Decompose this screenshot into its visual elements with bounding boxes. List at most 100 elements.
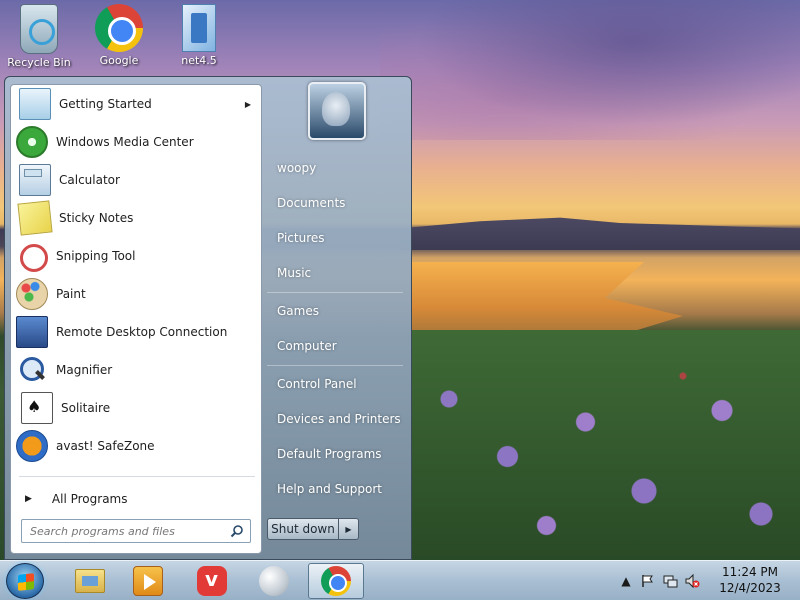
start-button[interactable]: [6, 563, 44, 599]
program-label: Magnifier: [56, 363, 113, 377]
program-label: avast! SafeZone: [56, 439, 155, 453]
right-item-user[interactable]: woopy: [267, 154, 403, 182]
program-label: Getting Started: [59, 97, 152, 111]
program-label: Solitaire: [61, 401, 111, 415]
calculator-icon: [19, 164, 51, 196]
clock-date: 12/4/2023: [719, 581, 781, 595]
clock[interactable]: 11:24 PM 12/4/2023: [714, 564, 786, 596]
shutdown-options-button[interactable]: ▶: [339, 518, 359, 540]
program-label: Calculator: [59, 173, 120, 187]
remote-desktop-icon: [16, 316, 48, 348]
submenu-arrow-icon[interactable]: ▶: [245, 100, 251, 109]
wallpaper-meadow: [410, 330, 800, 560]
search-icon[interactable]: [230, 524, 244, 538]
program-getting-started[interactable]: Getting Started ▶: [11, 85, 261, 123]
chrome-icon: [321, 566, 351, 596]
search-input[interactable]: [30, 524, 220, 538]
chrome-icon: [95, 4, 143, 52]
recycle-bin-icon: [20, 4, 58, 54]
taskbar-media-player[interactable]: [120, 563, 176, 599]
taskbar-chrome[interactable]: [308, 563, 364, 599]
program-avast-safezone[interactable]: avast! SafeZone: [11, 427, 261, 465]
computer-label: Computer: [277, 339, 337, 353]
right-item-games[interactable]: Games: [267, 297, 403, 325]
divider: [19, 476, 255, 477]
desktop-icon-label: net4.5: [181, 54, 217, 67]
wallpaper-mountains: [400, 217, 800, 250]
triangle-right-icon: ▶: [25, 494, 32, 504]
program-magnifier[interactable]: Magnifier: [11, 351, 261, 389]
getting-started-icon: [19, 88, 51, 120]
right-item-help-support[interactable]: Help and Support: [267, 475, 403, 503]
clock-time: 11:24 PM: [722, 565, 778, 579]
search-box[interactable]: [21, 519, 251, 543]
music-label: Music: [277, 266, 312, 280]
show-hidden-icons-icon[interactable]: ▲: [618, 573, 634, 589]
program-label: Windows Media Center: [56, 135, 194, 149]
divider: [267, 365, 403, 366]
desktop-icon-recycle-bin[interactable]: Recycle Bin: [4, 4, 74, 69]
program-snipping-tool[interactable]: Snipping Tool: [11, 237, 261, 275]
right-item-documents[interactable]: Documents: [267, 189, 403, 217]
pictures-label: Pictures: [277, 231, 325, 245]
documents-label: Documents: [277, 196, 346, 210]
start-menu: Getting Started ▶ Windows Media Center C…: [4, 76, 412, 560]
right-item-control-panel[interactable]: Control Panel: [267, 370, 403, 398]
games-label: Games: [277, 304, 319, 318]
shutdown-label: Shut down: [271, 522, 335, 536]
shutdown-button[interactable]: Shut down: [267, 518, 339, 540]
vivaldi-icon: [197, 566, 227, 596]
devices-label: Devices and Printers: [277, 412, 401, 426]
taskbar-vivaldi[interactable]: [184, 563, 240, 599]
solitaire-icon: [21, 392, 53, 424]
file-icon: [182, 4, 216, 52]
right-item-default-programs[interactable]: Default Programs: [267, 440, 403, 468]
control-panel-label: Control Panel: [277, 377, 357, 391]
program-calculator[interactable]: Calculator: [11, 161, 261, 199]
wallpaper-clouds: [380, 0, 800, 140]
user-name-label: woopy: [277, 161, 317, 175]
all-programs-button[interactable]: ▶ All Programs: [19, 485, 128, 513]
program-sticky-notes[interactable]: Sticky Notes: [11, 199, 261, 237]
desktop-icon-google[interactable]: Google: [84, 4, 154, 67]
volume-muted-icon[interactable]: [684, 573, 700, 589]
network-icon[interactable]: [662, 573, 678, 589]
system-tray: ▲: [618, 569, 700, 593]
program-label: Snipping Tool: [56, 249, 136, 263]
program-list: Getting Started ▶ Windows Media Center C…: [11, 85, 261, 465]
user-picture[interactable]: [308, 82, 366, 140]
desktop-icon-label: Google: [99, 54, 139, 67]
program-remote-desktop[interactable]: Remote Desktop Connection: [11, 313, 261, 351]
help-label: Help and Support: [277, 482, 382, 496]
right-item-pictures[interactable]: Pictures: [267, 224, 403, 252]
taskbar-ball-app[interactable]: [246, 563, 302, 599]
media-player-icon: [133, 566, 163, 596]
program-solitaire[interactable]: Solitaire: [11, 389, 261, 427]
avast-icon: [16, 430, 48, 462]
programs-pane: Getting Started ▶ Windows Media Center C…: [10, 84, 262, 554]
divider: [267, 292, 403, 293]
right-item-computer[interactable]: Computer: [267, 332, 403, 360]
chevron-right-icon: ▶: [345, 524, 352, 534]
program-label: Remote Desktop Connection: [56, 325, 228, 339]
desktop-icon-label: Recycle Bin: [7, 56, 71, 69]
media-center-icon: [16, 126, 48, 158]
shutdown-group: Shut down ▶: [267, 518, 359, 540]
explorer-icon: [75, 569, 105, 593]
taskbar-explorer[interactable]: [62, 563, 118, 599]
default-programs-label: Default Programs: [277, 447, 382, 461]
program-windows-media-center[interactable]: Windows Media Center: [11, 123, 261, 161]
sticky-notes-icon: [17, 200, 53, 236]
program-paint[interactable]: Paint: [11, 275, 261, 313]
desktop-icon-net45[interactable]: net4.5: [164, 4, 234, 67]
paint-icon: [16, 278, 48, 310]
magnifier-icon: [16, 354, 48, 386]
program-label: Paint: [56, 287, 86, 301]
action-center-flag-icon[interactable]: [640, 573, 656, 589]
ball-icon: [259, 566, 289, 596]
all-programs-label: All Programs: [51, 492, 128, 506]
right-item-devices-printers[interactable]: Devices and Printers: [267, 405, 403, 433]
taskbar: ▲ 11:24 PM 12/4/2023: [0, 560, 800, 600]
right-item-music[interactable]: Music: [267, 259, 403, 287]
snipping-tool-icon: [16, 240, 48, 272]
